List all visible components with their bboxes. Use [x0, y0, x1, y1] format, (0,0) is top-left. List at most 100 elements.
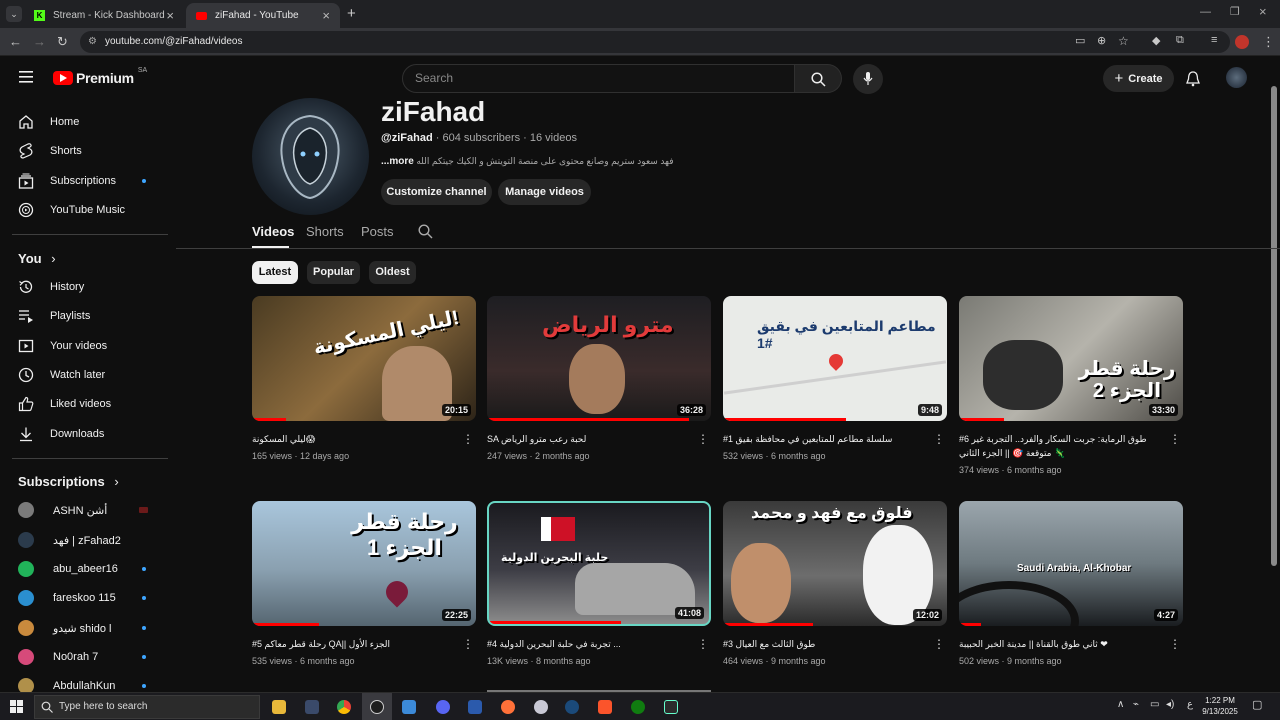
sidebar-item-home[interactable]: Home	[12, 108, 168, 136]
word-icon[interactable]	[468, 700, 482, 714]
tab-shorts[interactable]: Shorts	[306, 224, 344, 239]
sidebar-item-playlists[interactable]: Playlists	[12, 302, 168, 330]
sidebar-item-your-videos[interactable]: Your videos	[12, 332, 168, 360]
subscription-item[interactable]: fareskoo 115	[12, 584, 168, 612]
sidebar-item-watch-later[interactable]: Watch later	[12, 361, 168, 389]
video-title[interactable]: #4 تجربة في حلبة البحرين الدولية ...	[487, 637, 692, 651]
sidebar-item-history[interactable]: History	[12, 273, 168, 301]
back-icon[interactable]: ←	[9, 34, 22, 49]
video-card[interactable]: مترو الرياض 36:28 SA لحبة رعب مترو الريا…	[487, 296, 711, 461]
video-title[interactable]: #6 طوق الرماية: جربت السكار والفرد.. الت…	[959, 432, 1164, 460]
subscription-item[interactable]: abu_abeer16	[12, 555, 168, 583]
show-hidden-icons-icon[interactable]: ∧	[1117, 699, 1124, 710]
volume-icon[interactable]: ◂)	[1166, 699, 1174, 710]
channel-search-icon[interactable]	[418, 224, 433, 239]
hamburger-menu-icon[interactable]	[19, 71, 33, 83]
chip-oldest[interactable]: Oldest	[369, 261, 416, 284]
video-card[interactable]: فلوق مع فهد و محمد 12:02 #3 طوق الثالث م…	[723, 501, 947, 666]
create-button[interactable]: + Create	[1103, 65, 1174, 92]
customize-channel-button[interactable]: Customize channel	[381, 179, 492, 205]
video-title[interactable]: #5 رحلة قطر معاكم QA|| الجزء الأول	[252, 637, 457, 651]
youtube-logo[interactable]: Premium SA	[53, 67, 147, 86]
chip-popular[interactable]: Popular	[307, 261, 360, 284]
tab-list-chevron-icon[interactable]: ⌄	[6, 6, 22, 22]
tab-videos[interactable]: Videos	[252, 224, 294, 239]
store-icon[interactable]	[402, 700, 416, 714]
video-menu-icon[interactable]: ⋮	[462, 432, 474, 446]
video-thumbnail[interactable]: حلبة البحرين الدولية 41:08	[487, 501, 711, 626]
app-icon[interactable]	[664, 700, 678, 714]
tab-youtube[interactable]: ziFahad - YouTube ×	[186, 3, 340, 28]
reload-icon[interactable]: ↻	[57, 34, 68, 50]
install-app-icon[interactable]: ▭	[1075, 34, 1085, 47]
video-card[interactable]: ليلي المسكونة! 20:15 ليلي المسكونة😱 ⋮ 16…	[252, 296, 476, 461]
obs-icon[interactable]	[370, 700, 384, 714]
video-title[interactable]: SA لحبة رعب مترو الرياض	[487, 432, 692, 446]
search-button[interactable]	[795, 64, 842, 93]
video-title[interactable]: ليلي المسكونة😱	[252, 432, 457, 446]
channel-description[interactable]: ...more فهد سعود ستريم وصانع محتوى على م…	[381, 156, 674, 167]
tab-kick-dashboard[interactable]: K Stream - Kick Dashboard ×	[24, 3, 184, 28]
site-info-icon[interactable]: ⚙	[88, 31, 97, 53]
video-card[interactable]: Saudi Arabia, Al-Khobar 4:27 ثاني طوق با…	[959, 501, 1183, 666]
video-thumbnail[interactable]: فلوق مع فهد و محمد 12:02	[723, 501, 947, 626]
xbox-icon[interactable]	[631, 700, 645, 714]
bookmark-star-icon[interactable]: ☆	[1118, 34, 1129, 48]
zoom-icon[interactable]: ⊕	[1097, 34, 1106, 47]
usb-icon[interactable]: ⌁	[1133, 699, 1139, 710]
chrome-icon[interactable]	[337, 700, 351, 714]
windows-start-icon[interactable]	[10, 700, 23, 713]
notifications-icon[interactable]: ▢	[1252, 698, 1262, 711]
discord-icon[interactable]	[436, 700, 450, 714]
close-tab-icon[interactable]: ×	[322, 8, 330, 23]
input-language-label[interactable]: ع	[1187, 699, 1193, 710]
profile-avatar[interactable]	[1235, 35, 1249, 49]
voice-search-button[interactable]	[853, 64, 883, 94]
page-scrollbar[interactable]	[1271, 86, 1277, 566]
video-thumbnail[interactable]: مترو الرياض 36:28	[487, 296, 711, 421]
video-menu-icon[interactable]: ⋮	[462, 637, 474, 651]
video-title[interactable]: #1 سلسلة مطاعم للمتابعين في محافظة بقيق	[723, 432, 928, 446]
video-menu-icon[interactable]: ⋮	[697, 637, 709, 651]
network-icon[interactable]: ▭	[1150, 699, 1159, 710]
extension-icon[interactable]: ◆	[1152, 34, 1160, 47]
video-menu-icon[interactable]: ⋮	[697, 432, 709, 446]
video-thumbnail[interactable]: رحلة قطر الجزء 1 22:25	[252, 501, 476, 626]
video-menu-icon[interactable]: ⋮	[933, 432, 945, 446]
subscription-item[interactable]: فهد | zFahad2	[12, 526, 168, 554]
extensions-puzzle-icon[interactable]: ⧉	[1176, 34, 1184, 47]
description-more[interactable]: ...more	[381, 156, 414, 167]
clock[interactable]: 1:22 PM 9/13/2025	[1200, 695, 1240, 717]
steam-icon[interactable]	[565, 700, 579, 714]
reading-list-icon[interactable]: ≡	[1211, 34, 1217, 46]
manage-videos-button[interactable]: Manage videos	[498, 179, 591, 205]
video-card[interactable]: رحلة قطر الجزء 1 22:25 #5 رحلة قطر معاكم…	[252, 501, 476, 666]
browser-menu-icon[interactable]: ⋮	[1262, 34, 1275, 50]
sidebar-item-youtube-music[interactable]: YouTube Music	[12, 196, 168, 224]
search-input[interactable]: Search	[402, 64, 795, 93]
video-thumbnail[interactable]: مطاعم المتابعين في بقيق #1 9:48	[723, 296, 947, 421]
you-section-title[interactable]: You ›	[18, 251, 56, 266]
sidebar-item-liked-videos[interactable]: Liked videos	[12, 390, 168, 418]
sidebar-item-subscriptions[interactable]: Subscriptions	[12, 167, 168, 195]
video-menu-icon[interactable]: ⋮	[933, 637, 945, 651]
restore-icon[interactable]: ❐	[1230, 5, 1240, 18]
app-icon[interactable]	[534, 700, 548, 714]
url-field[interactable]: ⚙ youtube.com/@ziFahad/videos	[80, 31, 1230, 53]
video-card[interactable]: مطاعم المتابعين في بقيق #1 9:48 #1 سلسلة…	[723, 296, 947, 461]
close-tab-icon[interactable]: ×	[166, 8, 174, 23]
chip-latest[interactable]: Latest	[252, 261, 298, 284]
channel-avatar[interactable]	[252, 98, 369, 215]
video-menu-icon[interactable]: ⋮	[1169, 432, 1181, 446]
sidebar-item-downloads[interactable]: Downloads	[12, 420, 168, 448]
subscription-item[interactable]: No0rah 7	[12, 643, 168, 671]
firefox-icon[interactable]	[501, 700, 515, 714]
video-thumbnail[interactable]: رحلة قطر الجزء 2 33:30	[959, 296, 1183, 421]
app-icon[interactable]	[305, 700, 319, 714]
new-tab-icon[interactable]: +	[347, 5, 356, 22]
minimize-icon[interactable]: —	[1200, 6, 1211, 18]
brave-icon[interactable]	[598, 700, 612, 714]
subscriptions-section-title[interactable]: Subscriptions ›	[18, 474, 119, 489]
sidebar-item-shorts[interactable]: Shorts	[12, 137, 168, 165]
video-thumbnail[interactable]: ليلي المسكونة! 20:15	[252, 296, 476, 421]
